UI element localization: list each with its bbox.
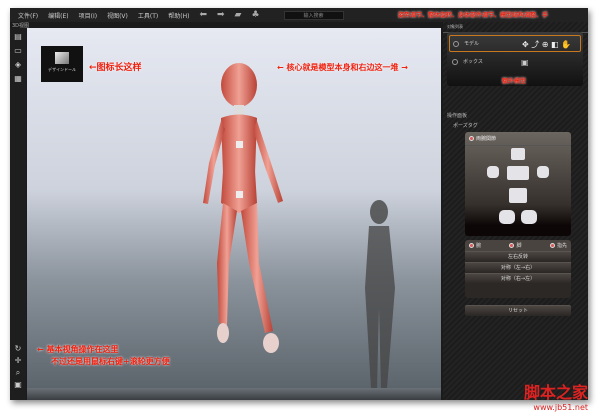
back-arrow-icon[interactable]: ⬅ xyxy=(199,10,207,20)
left-hand-part[interactable] xyxy=(537,166,549,178)
body-part-selector: 両腕関節 xyxy=(465,132,571,236)
folder-icon[interactable]: ▰ xyxy=(235,10,242,20)
frame-icon[interactable]: ▣ xyxy=(13,380,23,390)
object-item-model[interactable]: モデル ✥ ⤴ ⊕ ◧ ✋ xyxy=(449,35,581,52)
annotation-view-ops-hint: 不过还是用鼠标右键+滚轮更方便 xyxy=(51,357,170,366)
menu-help[interactable]: 帮助(H) xyxy=(168,11,189,20)
left-foot-part[interactable] xyxy=(521,210,537,224)
shadow-silhouette xyxy=(365,200,395,388)
app-window: 文件(F) 编辑(E) 项目(I) 视图(V) 工具(T) 帮助(H) ⬅ ➡ … xyxy=(10,8,588,400)
symmetry-controls: 腕 脚 指先 左右反转 对称（左→右） 对称（右→左） xyxy=(465,240,571,298)
left-toolbar: ▤ ▭ ◈ ▦ ↻ ✛ ⌕ ▣ xyxy=(10,28,26,400)
right-hand-part[interactable] xyxy=(487,166,499,178)
flip-button[interactable]: 左右反转 xyxy=(465,251,571,262)
viewport-bottom xyxy=(27,388,441,400)
eye-icon[interactable] xyxy=(453,41,459,47)
eye-icon[interactable] xyxy=(452,59,458,65)
mirror-right-to-left-button[interactable]: 对称（右→左） xyxy=(465,273,571,284)
3d-viewport[interactable]: デザインドール ←图标长这样 ← 核心就是模型本身和右边这一堆 → ← 基本视角… xyxy=(27,28,441,388)
annotation-view-ops: ← 基本视角操作在这里 xyxy=(37,345,119,354)
forward-arrow-icon[interactable]: ➡ xyxy=(217,10,225,20)
figure-icon[interactable]: ♣ xyxy=(251,10,259,20)
move-icon[interactable]: ✛ xyxy=(13,356,23,366)
torso-part[interactable] xyxy=(507,166,529,180)
reset-button[interactable]: リセット xyxy=(465,305,571,316)
menu-file[interactable]: 文件(F) xyxy=(18,11,38,20)
right-foot-part[interactable] xyxy=(499,210,515,224)
radio-leg[interactable]: 脚 xyxy=(509,242,522,249)
pose-tool-icons[interactable]: ✥ ⤴ ⊕ ◧ ✋ xyxy=(522,36,571,53)
menu-tools[interactable]: 工具(T) xyxy=(138,11,158,20)
body-group-label: 両腕関節 xyxy=(476,136,497,142)
screen-icon[interactable]: ▭ xyxy=(13,46,23,56)
radio-finger[interactable]: 指先 xyxy=(549,242,567,249)
annotation-tools: 姿势调节、整体旋转、身体部件调节、模型结构调整、手 xyxy=(398,12,549,19)
hips-part[interactable] xyxy=(509,188,527,203)
rotate-icon[interactable]: ↻ xyxy=(13,344,23,354)
grid-icon[interactable]: ▦ xyxy=(13,74,23,84)
box-model-icon[interactable]: ▣ xyxy=(521,54,529,71)
ops-panel-label: 操作面板 xyxy=(447,113,468,119)
menu-project[interactable]: 项目(I) xyxy=(79,11,97,20)
annotation-icon: ←图标长这样 xyxy=(89,63,142,73)
search-input[interactable]: 输入搜索 xyxy=(283,10,344,20)
zoom-icon[interactable]: ⌕ xyxy=(13,368,23,378)
cube-icon[interactable]: ◈ xyxy=(13,60,23,70)
print-icon[interactable]: ▤ xyxy=(13,32,23,42)
radio-both-arms[interactable] xyxy=(469,136,474,141)
annotation-extra-model: 额外模型 xyxy=(502,78,527,85)
watermark: 脚本之家 www.jb51.net xyxy=(523,383,588,412)
menu-edit[interactable]: 编辑(E) xyxy=(48,11,68,20)
menu-view[interactable]: 视图(V) xyxy=(107,11,128,20)
mirror-left-to-right-button[interactable]: 对称（左→右） xyxy=(465,262,571,273)
radio-arm[interactable]: 腕 xyxy=(469,242,481,249)
pose-tag-label: ポーズタグ xyxy=(453,123,478,129)
mannequin-model[interactable] xyxy=(177,63,307,383)
head-part[interactable] xyxy=(511,148,525,160)
object-item-box[interactable]: ボックス ▣ xyxy=(449,54,581,71)
app-logo: デザインドール xyxy=(41,46,83,82)
